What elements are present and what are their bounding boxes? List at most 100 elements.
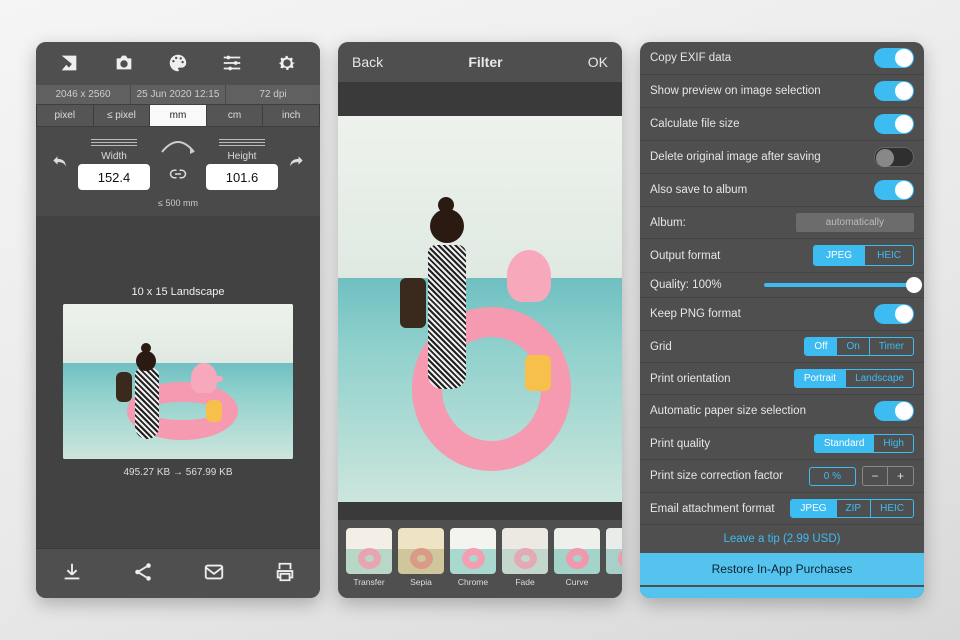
album-select[interactable]: automatically xyxy=(796,213,914,232)
menu-icon[interactable] xyxy=(219,139,265,149)
opt-heic[interactable]: HEIC xyxy=(871,500,913,517)
filter-chrome[interactable]: Chrome xyxy=(450,528,496,592)
filter-strip[interactable]: Transfer Sepia Chrome FadeCurve Ton xyxy=(338,520,622,598)
camera-icon[interactable] xyxy=(113,52,135,77)
row-quality: Quality: 100% xyxy=(640,273,924,298)
filter-curve[interactable]: Curve xyxy=(554,528,600,592)
label: Automatic paper size selection xyxy=(650,405,806,417)
row-keep-png: Keep PNG format xyxy=(640,298,924,331)
remove-ads-button[interactable]: Remove Ads (3.99 USD) xyxy=(640,587,924,598)
filter-fade[interactable]: Fade xyxy=(502,528,548,592)
toggle-also-save[interactable] xyxy=(874,180,914,200)
correction-value: 0 % xyxy=(809,467,856,486)
size-from: 495.27 KB xyxy=(124,467,171,478)
image-icon[interactable] xyxy=(58,52,80,77)
print-icon[interactable] xyxy=(274,561,296,586)
label: Copy EXIF data xyxy=(650,52,731,64)
max-note: ≤ 500 mm xyxy=(36,196,320,216)
unit-cm[interactable]: cm xyxy=(206,104,263,127)
restore-purchases-button[interactable]: Restore In-App Purchases xyxy=(640,553,924,585)
row-delete-original: Delete original image after saving xyxy=(640,141,924,174)
filter-title: Filter xyxy=(468,54,502,70)
opt-zip[interactable]: ZIP xyxy=(837,500,872,517)
width-input[interactable]: 152.4 xyxy=(78,164,150,190)
meta-dpi: 72 dpi xyxy=(226,85,320,104)
filter-sepia[interactable]: Sepia xyxy=(398,528,444,592)
toggle-copy-exif[interactable] xyxy=(874,48,914,68)
width-label: Width xyxy=(101,151,127,162)
redo-icon[interactable] xyxy=(286,153,306,176)
ok-button[interactable]: OK xyxy=(588,54,608,70)
unit-mm[interactable]: mm xyxy=(149,104,206,127)
quality-slider[interactable] xyxy=(764,283,914,287)
toggle-show-preview[interactable] xyxy=(874,81,914,101)
opt-jpeg[interactable]: JPEG xyxy=(791,500,836,517)
seg-output-format: JPEG HEIC xyxy=(813,245,914,266)
size-to: 567.99 KB xyxy=(186,467,233,478)
row-grid: Grid Off On Timer xyxy=(640,331,924,363)
label: Grid xyxy=(650,341,672,353)
toggle-calc-size[interactable] xyxy=(874,114,914,134)
meta-dimensions: 2046 x 2560 xyxy=(36,85,131,104)
label: Album: xyxy=(650,217,686,229)
opt-standard[interactable]: Standard xyxy=(815,435,875,452)
label: Keep PNG format xyxy=(650,308,741,320)
filter-transfer[interactable]: Transfer xyxy=(346,528,392,592)
plus-button[interactable]: + xyxy=(888,466,914,486)
download-icon[interactable] xyxy=(61,561,83,586)
back-button[interactable]: Back xyxy=(352,54,383,70)
mail-icon[interactable] xyxy=(203,561,225,586)
opt-heic[interactable]: HEIC xyxy=(865,246,913,265)
unit-lte-pixel[interactable]: ≤ pixel xyxy=(93,104,150,127)
minus-button[interactable]: − xyxy=(862,466,888,486)
toggle-delete-original[interactable] xyxy=(874,147,914,167)
label: Output format xyxy=(650,250,720,262)
dark-band xyxy=(338,502,622,520)
unit-inch[interactable]: inch xyxy=(262,104,320,127)
tip-link[interactable]: Leave a tip (2.99 USD) xyxy=(640,525,924,553)
seg-orientation: Portrait Landscape xyxy=(794,369,914,388)
undo-icon[interactable] xyxy=(50,153,70,176)
opt-off[interactable]: Off xyxy=(805,338,837,355)
palette-icon[interactable] xyxy=(167,52,189,77)
filter-label: Sepia xyxy=(410,577,432,587)
gear-icon[interactable] xyxy=(276,52,298,77)
sliders-icon[interactable] xyxy=(221,52,243,77)
canvas-label: 10 x 15 Landscape xyxy=(132,286,225,298)
swap-icon[interactable] xyxy=(158,138,198,157)
row-output-format: Output format JPEG HEIC xyxy=(640,239,924,273)
opt-timer[interactable]: Timer xyxy=(870,338,913,355)
toggle-auto-paper[interactable] xyxy=(874,401,914,421)
toggle-keep-png[interactable] xyxy=(874,304,914,324)
seg-email-format: JPEG ZIP HEIC xyxy=(790,499,914,518)
row-copy-exif: Copy EXIF data xyxy=(640,42,924,75)
unit-pixel[interactable]: pixel xyxy=(36,104,93,127)
opt-portrait[interactable]: Portrait xyxy=(795,370,846,387)
dark-band xyxy=(338,82,622,116)
menu-icon[interactable] xyxy=(91,139,137,149)
phone-resize: 2046 x 2560 25 Jun 2020 12:15 72 dpi pix… xyxy=(36,42,320,598)
height-input[interactable]: 101.6 xyxy=(206,164,278,190)
opt-jpeg[interactable]: JPEG xyxy=(814,246,865,265)
phone-settings: Copy EXIF data Show preview on image sel… xyxy=(640,42,924,598)
filter-ton[interactable]: Ton xyxy=(606,528,622,592)
filter-header: Back Filter OK xyxy=(338,42,622,82)
height-label: Height xyxy=(228,151,257,162)
photo-preview[interactable] xyxy=(338,116,622,502)
stepper: − + xyxy=(862,466,914,486)
opt-on[interactable]: On xyxy=(837,338,869,355)
row-print-quality: Print quality Standard High xyxy=(640,428,924,460)
opt-high[interactable]: High xyxy=(874,435,913,452)
width-group: Width 152.4 xyxy=(78,139,150,190)
image-preview[interactable] xyxy=(63,304,293,459)
opt-landscape[interactable]: Landscape xyxy=(846,370,913,387)
label: Email attachment format xyxy=(650,503,775,515)
height-group: Height 101.6 xyxy=(206,139,278,190)
filter-label: Chrome xyxy=(458,577,488,587)
label: Print quality xyxy=(650,438,710,450)
label: Print orientation xyxy=(650,373,731,385)
row-print-orientation: Print orientation Portrait Landscape xyxy=(640,363,924,395)
share-icon[interactable] xyxy=(132,561,154,586)
seg-print-quality: Standard High xyxy=(814,434,914,453)
link-icon[interactable] xyxy=(169,165,187,186)
